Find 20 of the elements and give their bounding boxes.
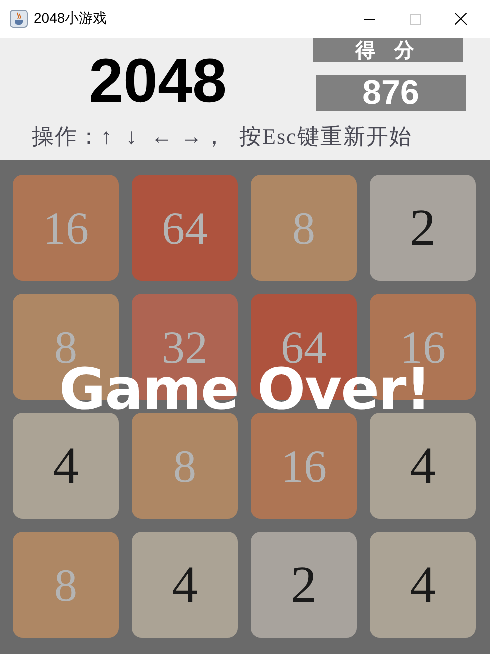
window-title: 2048小游戏 [34, 10, 108, 28]
game-logo: 2048 [88, 46, 228, 118]
tile: 16 [13, 175, 119, 281]
tile: 16 [251, 413, 357, 519]
tile: 4 [370, 413, 476, 519]
tile: 8 [132, 413, 238, 519]
close-icon [455, 13, 467, 25]
tile: 4 [13, 413, 119, 519]
tile: 2 [251, 532, 357, 638]
maximize-icon [410, 14, 420, 24]
tile: 4 [132, 532, 238, 638]
score-value: 876 [316, 75, 466, 111]
tile: 4 [370, 532, 476, 638]
instructions-text: 操作：↑ ↓ ← →， 按Esc键重新开始 [31, 123, 414, 151]
app-icon [10, 10, 28, 28]
tile: 8 [13, 532, 119, 638]
tile: 8 [251, 175, 357, 281]
score-label: 得 分 [313, 38, 463, 62]
tile: 64 [132, 175, 238, 281]
tile: 2 [370, 175, 476, 281]
